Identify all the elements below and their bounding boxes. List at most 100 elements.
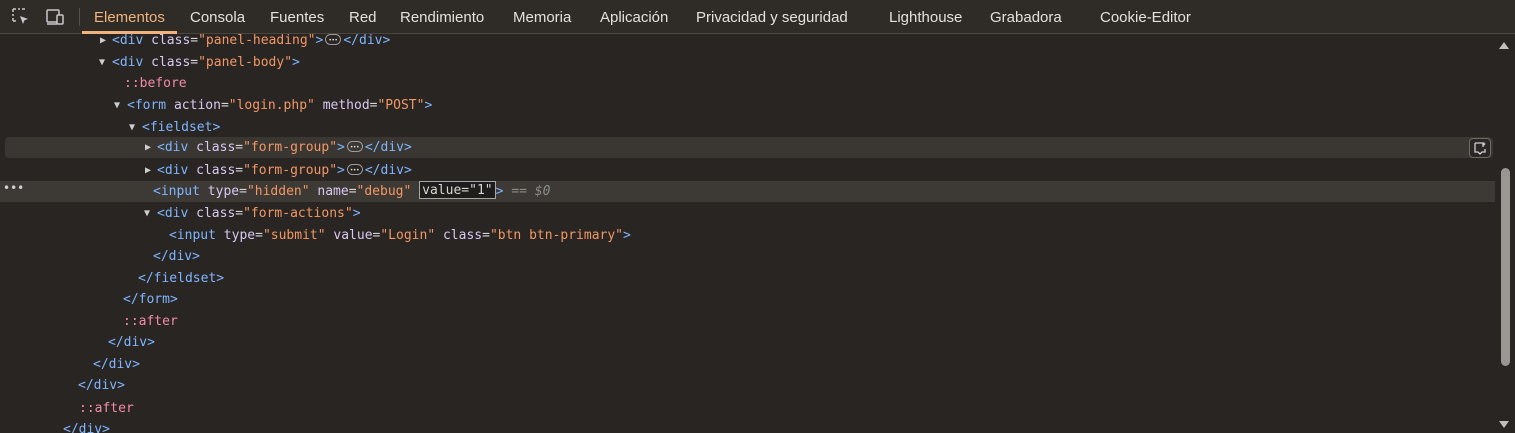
dom-node-row[interactable]: </fieldset> <box>0 268 1495 289</box>
attr-value: "POST" <box>377 98 425 113</box>
tag-open: <div <box>157 163 189 178</box>
dom-node-row[interactable]: ▼ <fieldset> <box>0 117 1495 138</box>
dom-node-row[interactable]: </div> <box>0 354 1495 375</box>
dom-node-row[interactable]: </div> <box>0 246 1495 267</box>
toolbar-divider <box>79 8 80 26</box>
console-ref-indicator: == $0 <box>511 184 551 199</box>
collapsed-content-ellipsis-icon[interactable] <box>346 137 363 158</box>
more-options-icon[interactable]: ••• <box>3 178 24 199</box>
pseudo-element: ::after <box>79 401 134 416</box>
tab-privacidad-y-seguridad[interactable]: Privacidad y seguridad <box>696 0 848 34</box>
attr-value: "debug" <box>356 184 412 199</box>
closing-tag: </fieldset> <box>138 271 225 286</box>
dom-node-row[interactable]: ▶ <div class="form-group"></div> <box>0 160 1495 181</box>
tag-open: <input <box>153 184 200 199</box>
collapse-arrow-icon[interactable]: ▼ <box>114 95 120 116</box>
closing-tag: </form> <box>123 292 178 307</box>
closing-tag: </div> <box>364 163 412 178</box>
tag-close: > <box>424 98 433 113</box>
pseudo-element: ::before <box>124 76 187 91</box>
attribute-edit-field[interactable]: value="1" <box>419 181 496 199</box>
tag-close: > <box>292 55 300 70</box>
ask-ai-icon[interactable] <box>1469 138 1491 158</box>
dom-node-row[interactable]: </div> <box>0 332 1495 353</box>
closing-tag: </div> <box>343 34 391 48</box>
collapse-arrow-icon[interactable]: ▼ <box>129 117 135 138</box>
scrollbar-thumb[interactable] <box>1501 168 1510 366</box>
collapse-arrow-icon[interactable]: ▼ <box>144 203 150 224</box>
dom-node-row[interactable]: ▼ <div class="panel-body"> <box>0 52 1495 73</box>
closing-tag: </div> <box>93 357 140 372</box>
collapsed-content-ellipsis-icon[interactable] <box>346 160 363 181</box>
tab-aplicacion[interactable]: Aplicación <box>600 0 668 34</box>
attr-name: name <box>317 184 349 199</box>
dom-node-row[interactable]: ▼ <form action="login.php" method="POST"… <box>0 95 1495 116</box>
dom-tree: ▶ <div class="panel-heading"></div> ▼ <d… <box>0 34 1495 433</box>
attr-value: "hidden" <box>246 184 310 199</box>
tag-close: > <box>495 184 504 199</box>
collapse-arrow-icon[interactable]: ▼ <box>99 52 105 73</box>
attr-name: type <box>223 228 256 243</box>
attr-name: class <box>151 55 191 70</box>
tab-lighthouse[interactable]: Lighthouse <box>889 0 962 34</box>
dom-node-row[interactable]: ::before <box>0 73 1495 94</box>
tag-close: > <box>352 206 361 221</box>
attr-value: "login.php" <box>228 98 315 113</box>
closing-tag: </div> <box>78 378 125 393</box>
expand-arrow-icon[interactable]: ▶ <box>145 160 151 181</box>
tab-fuentes[interactable]: Fuentes <box>270 0 324 34</box>
attr-name: method <box>322 98 370 113</box>
dom-node-row[interactable]: </form> <box>0 289 1495 310</box>
tab-elementos[interactable]: Elementos <box>94 0 165 34</box>
dom-node-row-selected[interactable]: ••• <input type="hidden" name="debug" va… <box>0 181 1495 202</box>
attr-value: "form-actions" <box>243 206 353 221</box>
closing-tag: </div> <box>108 335 155 350</box>
tag-open: <input <box>169 228 216 243</box>
scroll-up-arrow-icon[interactable] <box>1499 42 1509 49</box>
attr-name: class <box>442 228 483 243</box>
tag-close: > <box>337 163 345 178</box>
attr-name: type <box>207 184 240 199</box>
scroll-down-arrow-icon[interactable] <box>1499 421 1509 428</box>
attr-name: class <box>151 34 191 48</box>
dom-node-row[interactable]: </div> <box>0 419 1495 433</box>
tag-open: <form <box>127 98 167 113</box>
attr-name: value <box>333 228 373 243</box>
attr-value: "submit" <box>262 228 326 243</box>
attr-name: action <box>173 98 221 113</box>
dom-node-row[interactable]: <input type="submit" value="Login" class… <box>0 225 1495 246</box>
tag-close: > <box>337 140 345 155</box>
device-toolbar-icon[interactable] <box>45 7 65 27</box>
dom-node-row-hovered[interactable]: ▶ <div class="form-group"></div> <box>5 137 1493 158</box>
inspect-element-icon[interactable] <box>11 7 31 27</box>
tag-open: <div <box>157 140 189 155</box>
dom-node-row[interactable]: ::after <box>0 398 1495 419</box>
attr-value: "form-group" <box>243 140 338 155</box>
tab-rendimiento[interactable]: Rendimiento <box>400 0 484 34</box>
tab-cookie-editor[interactable]: Cookie-Editor <box>1100 0 1191 34</box>
attr-name: class <box>196 163 236 178</box>
dom-node-row[interactable]: ::after <box>0 311 1495 332</box>
expand-arrow-icon[interactable]: ▶ <box>145 137 151 158</box>
attr-value: "Login" <box>380 228 436 243</box>
tab-consola[interactable]: Consola <box>190 0 245 34</box>
attr-name: class <box>196 206 236 221</box>
closing-tag: </div> <box>153 249 200 264</box>
dom-node-row[interactable]: </div> <box>0 375 1495 396</box>
tab-red[interactable]: Red <box>349 0 377 34</box>
tab-grabadora[interactable]: Grabadora <box>990 0 1062 34</box>
dom-node-row[interactable]: ▶ <div class="panel-heading"></div> <box>0 34 1495 51</box>
tag-open: <div <box>157 206 189 221</box>
attr-value: "btn btn-primary" <box>489 228 624 243</box>
attr-value: "panel-body" <box>198 55 293 70</box>
attr-value: "panel-heading" <box>198 34 316 48</box>
dom-node-row[interactable]: ▼ <div class="form-actions"> <box>0 203 1495 224</box>
tag-close: > <box>315 34 324 48</box>
collapsed-content-ellipsis-icon[interactable] <box>325 34 342 51</box>
pseudo-element: ::after <box>123 314 178 329</box>
tag-open: <fieldset> <box>142 120 221 135</box>
tab-memoria[interactable]: Memoria <box>513 0 571 34</box>
attr-value: "form-group" <box>243 163 338 178</box>
tag-open: <div <box>112 34 144 48</box>
expand-arrow-icon[interactable]: ▶ <box>100 34 106 51</box>
